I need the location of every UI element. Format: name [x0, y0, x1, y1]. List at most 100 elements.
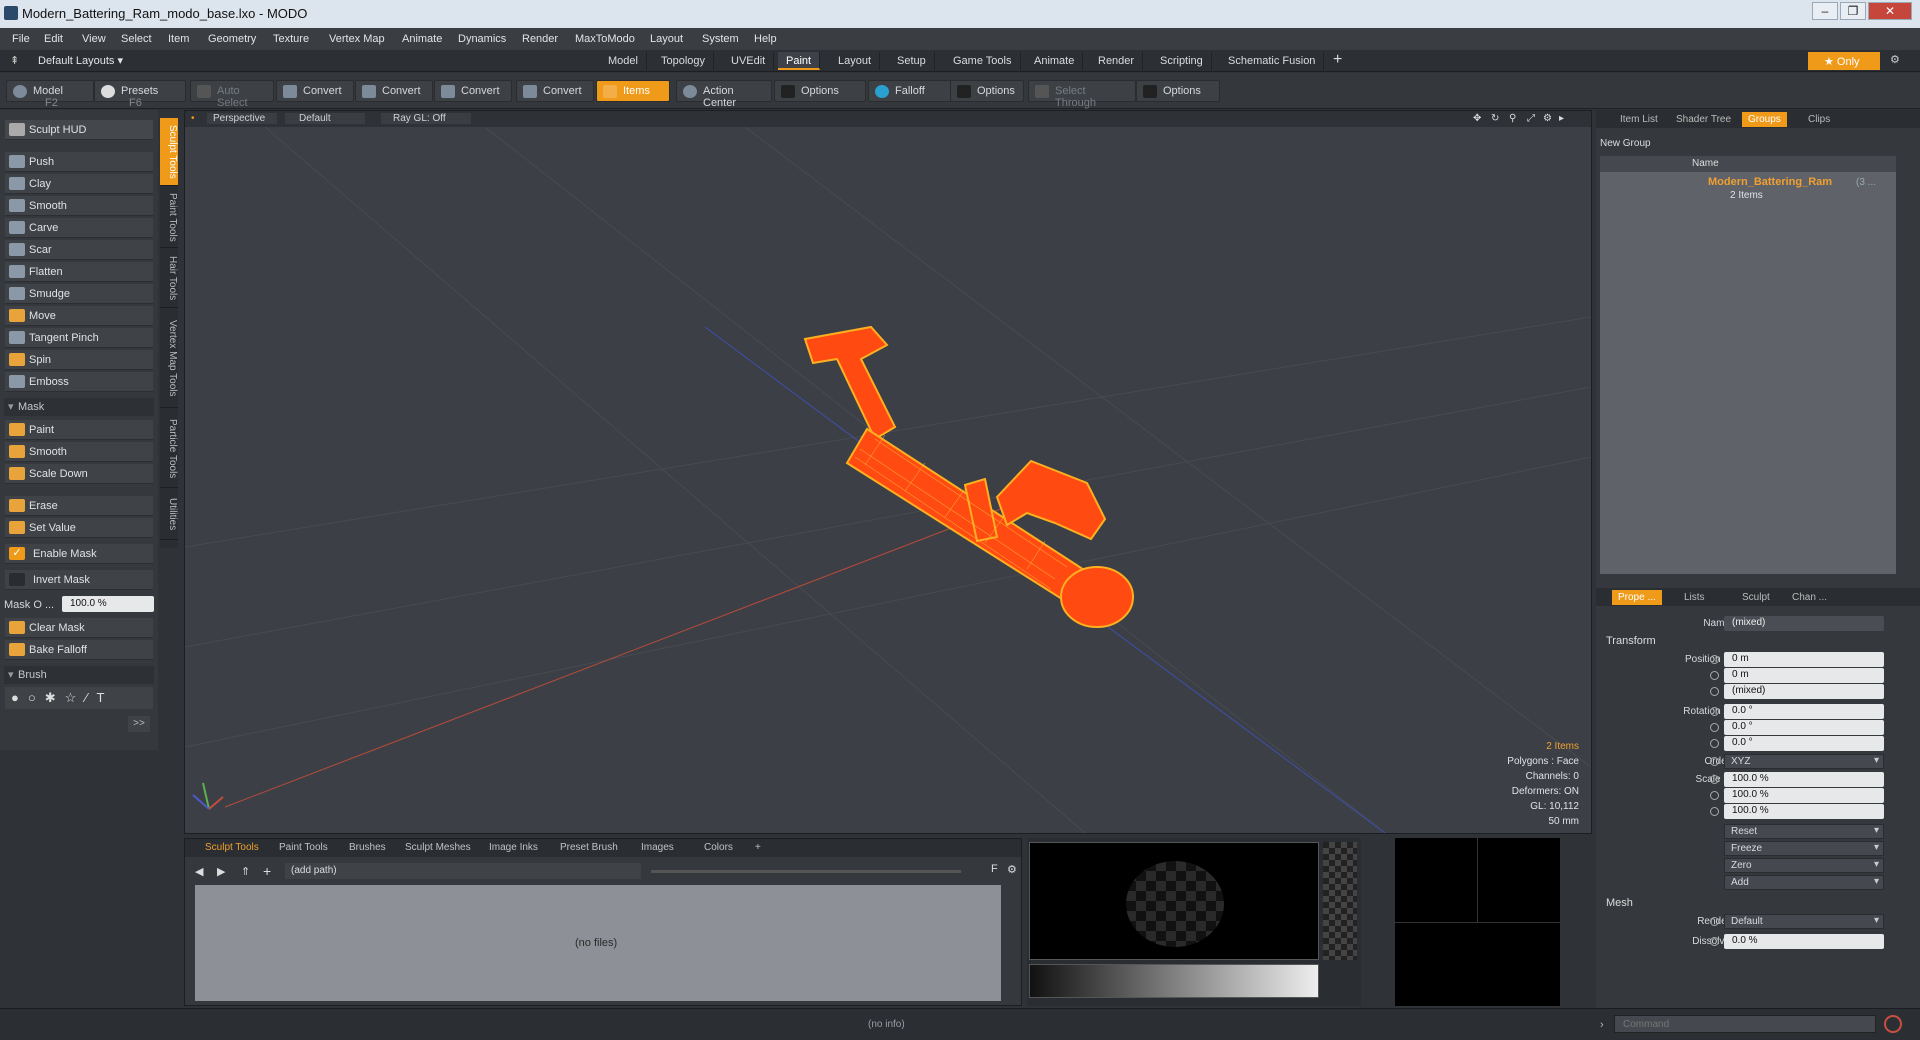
- render-dropdown[interactable]: Default: [1724, 914, 1884, 929]
- zero-dropdown[interactable]: Zero: [1724, 858, 1884, 873]
- clear-mask-button[interactable]: Clear Mask: [5, 618, 153, 638]
- pan-icon[interactable]: ✥: [1473, 113, 1481, 124]
- rotate-icon[interactable]: ↻: [1491, 113, 1499, 124]
- vtab-paint-tools[interactable]: Paint Tools: [160, 188, 178, 248]
- order-dropdown[interactable]: XYZ: [1724, 754, 1884, 769]
- tab-lists[interactable]: Lists: [1684, 592, 1705, 603]
- anim-dot[interactable]: [1710, 707, 1719, 716]
- viewport-menu-icon[interactable]: ▸: [1559, 113, 1564, 124]
- tab-item-list[interactable]: Item List: [1620, 114, 1658, 125]
- anim-dot[interactable]: [1710, 937, 1719, 946]
- hard-brush-icon[interactable]: ○: [28, 690, 45, 705]
- btab-add-icon[interactable]: +: [755, 842, 761, 853]
- position-y-field[interactable]: 0 m: [1724, 668, 1884, 683]
- name-field[interactable]: (mixed): [1724, 616, 1884, 631]
- erase-button[interactable]: Erase: [5, 496, 153, 516]
- shading-dropdown[interactable]: Default: [285, 113, 365, 124]
- mask-scale-down-button[interactable]: Scale Down: [5, 464, 153, 484]
- presets-button[interactable]: Presets F6: [94, 80, 186, 109]
- tool-smooth[interactable]: Smooth: [5, 196, 153, 216]
- menu-select[interactable]: Select: [121, 33, 152, 45]
- layouts-dropdown[interactable]: Default Layouts ▾: [38, 54, 123, 67]
- scale-x-field[interactable]: 100.0 %: [1724, 772, 1884, 787]
- menu-system[interactable]: System: [702, 33, 739, 45]
- menu-view[interactable]: View: [82, 33, 106, 45]
- set-value-button[interactable]: Set Value: [5, 518, 153, 538]
- tool-emboss[interactable]: Emboss: [5, 372, 153, 392]
- layout-settings-icon[interactable]: ⚙: [1890, 53, 1900, 66]
- menu-help[interactable]: Help: [754, 33, 777, 45]
- tool-scar[interactable]: Scar: [5, 240, 153, 260]
- tool-push[interactable]: Push: [5, 152, 153, 172]
- convert-vertices-button[interactable]: Convert: [276, 80, 354, 102]
- tab-topology[interactable]: Topology: [653, 52, 715, 70]
- reset-dropdown[interactable]: Reset: [1724, 824, 1884, 839]
- btab-paint-tools[interactable]: Paint Tools: [279, 842, 328, 853]
- btab-sculpt-meshes[interactable]: Sculpt Meshes: [405, 842, 471, 853]
- mesh-section[interactable]: Mesh: [1606, 897, 1633, 909]
- tab-model[interactable]: Model: [600, 52, 647, 70]
- procedural-brush-icon[interactable]: ✱: [45, 690, 65, 705]
- vtab-utilities[interactable]: Utilities: [160, 490, 178, 540]
- 3d-viewport[interactable]: • Perspective Default Ray GL: Off ✥ ↻ ⚲ …: [184, 110, 1592, 834]
- anim-dot[interactable]: [1710, 791, 1719, 800]
- add-path-icon[interactable]: +: [263, 863, 271, 879]
- tool-move[interactable]: Move: [5, 306, 153, 326]
- convert-edges-button[interactable]: Convert: [355, 80, 433, 102]
- vtab-vertex-map-tools[interactable]: Vertex Map Tools: [160, 310, 178, 408]
- tab-properties[interactable]: Prope ...: [1612, 590, 1662, 605]
- tab-uvedit[interactable]: UVEdit: [723, 52, 775, 70]
- tab-paint[interactable]: Paint: [778, 52, 821, 70]
- menu-edit[interactable]: Edit: [44, 33, 63, 45]
- anim-dot[interactable]: [1710, 671, 1719, 680]
- model-button[interactable]: Model F2: [6, 80, 94, 109]
- minimize-button[interactable]: –: [1812, 2, 1838, 20]
- menu-file[interactable]: File: [12, 33, 30, 45]
- mask-opacity-field[interactable]: 100.0 %: [62, 596, 154, 612]
- btab-brushes[interactable]: Brushes: [349, 842, 386, 853]
- tab-schematic-fusion[interactable]: Schematic Fusion: [1220, 52, 1325, 70]
- text-brush-icon[interactable]: T: [96, 690, 113, 705]
- rotation-y-field[interactable]: 0.0 °: [1724, 720, 1884, 735]
- tab-setup[interactable]: Setup: [889, 52, 935, 70]
- thumbnail-size-slider[interactable]: [651, 870, 961, 873]
- soft-brush-icon[interactable]: ●: [11, 690, 28, 705]
- scale-z-field[interactable]: 100.0 %: [1724, 804, 1884, 819]
- layouts-collapse-icon[interactable]: ⇞: [10, 54, 19, 67]
- tool-flatten[interactable]: Flatten: [5, 262, 153, 282]
- falloff-button[interactable]: Falloff: [868, 80, 956, 102]
- battering-ram-model[interactable]: [803, 325, 1134, 628]
- group-name[interactable]: Modern_Battering_Ram: [1708, 176, 1832, 188]
- back-icon[interactable]: ◀: [195, 865, 203, 878]
- convert-materials-button[interactable]: Convert: [516, 80, 594, 102]
- menu-dynamics[interactable]: Dynamics: [458, 33, 506, 45]
- freeze-dropdown[interactable]: Freeze: [1724, 841, 1884, 856]
- anim-dot[interactable]: [1710, 917, 1719, 926]
- anim-dot[interactable]: [1710, 655, 1719, 664]
- action-options-button[interactable]: Options: [774, 80, 866, 102]
- rotation-z-field[interactable]: 0.0 °: [1724, 736, 1884, 751]
- mask-smooth-button[interactable]: Smooth: [5, 442, 153, 462]
- maximize-view-icon[interactable]: ⤢: [1527, 113, 1535, 124]
- tab-groups[interactable]: Groups: [1742, 112, 1787, 127]
- convert-polygons-button[interactable]: Convert: [434, 80, 512, 102]
- select-options-button[interactable]: Options: [1136, 80, 1220, 102]
- select-through-button[interactable]: Select Through: [1028, 80, 1136, 109]
- menu-layout[interactable]: Layout: [650, 33, 683, 45]
- up-folder-icon[interactable]: ⇑: [241, 865, 250, 878]
- tab-layout[interactable]: Layout: [830, 52, 881, 70]
- close-button[interactable]: ✕: [1868, 2, 1912, 20]
- menu-texture[interactable]: Texture: [273, 33, 309, 45]
- tab-render[interactable]: Render: [1090, 52, 1144, 70]
- bake-falloff-button[interactable]: Bake Falloff: [5, 640, 153, 660]
- add-tab-icon[interactable]: +: [1333, 51, 1342, 69]
- sculpt-hud-button[interactable]: Sculpt HUD: [5, 120, 153, 140]
- mask-paint-button[interactable]: Paint: [5, 420, 153, 440]
- anim-dot[interactable]: [1710, 807, 1719, 816]
- tab-clips[interactable]: Clips: [1808, 114, 1830, 125]
- smudge-brush-icon[interactable]: ⁄: [85, 690, 96, 705]
- dissolve-field[interactable]: 0.0 %: [1724, 934, 1884, 949]
- browser-file-area[interactable]: (no files): [195, 885, 1001, 1001]
- filter-icon[interactable]: F: [991, 863, 998, 875]
- anim-dot[interactable]: [1710, 723, 1719, 732]
